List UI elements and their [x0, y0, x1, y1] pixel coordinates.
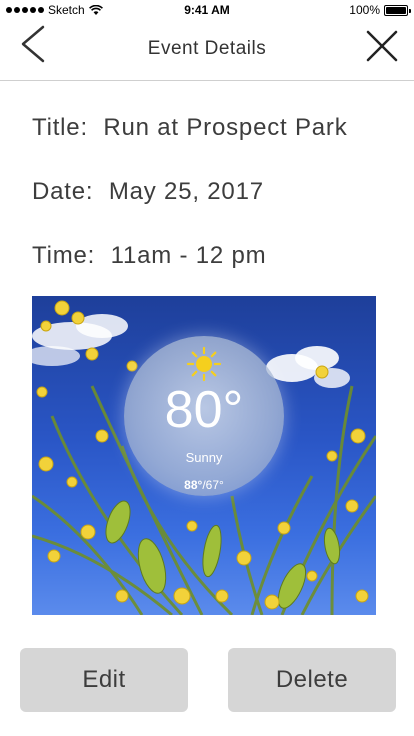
- weather-widget: 80° Sunny 88°/67°: [124, 336, 284, 496]
- page-title: Event Details: [147, 38, 267, 59]
- weather-image: 80° Sunny 88°/67°: [32, 296, 376, 615]
- title-value: Run at Prospect Park: [103, 114, 348, 141]
- high-temperature: 88°: [184, 478, 203, 492]
- battery-icon: [384, 4, 411, 16]
- event-date-row: Date: May 25, 2017: [32, 178, 264, 206]
- title-label: Title:: [32, 114, 88, 141]
- delete-button[interactable]: Delete: [228, 648, 396, 712]
- close-button[interactable]: [362, 26, 402, 66]
- high-low-temperature: 88°/67°: [124, 478, 284, 492]
- battery-percent: 100%: [349, 3, 380, 17]
- date-label: Date:: [32, 178, 94, 205]
- event-time-row: Time: 11am - 12 pm: [32, 242, 266, 270]
- battery-status: 100%: [349, 3, 411, 17]
- low-temperature: /67°: [202, 478, 224, 492]
- event-title-row: Title: Run at Prospect Park: [32, 114, 348, 142]
- temperature: 80°: [164, 381, 244, 439]
- weather-condition: Sunny: [185, 450, 223, 465]
- nav-bar: Event Details: [0, 20, 414, 81]
- status-bar: Sketch 9:41 AM 100%: [0, 0, 414, 20]
- sun-icon: [186, 346, 222, 382]
- edit-button[interactable]: Edit: [20, 648, 188, 712]
- time-label: Time:: [32, 242, 96, 269]
- close-icon: [366, 30, 398, 62]
- time-value: 11am - 12 pm: [110, 242, 267, 269]
- date-value: May 25, 2017: [108, 178, 264, 205]
